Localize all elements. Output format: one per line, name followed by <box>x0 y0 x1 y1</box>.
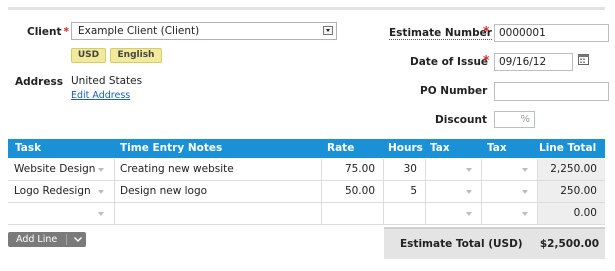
required-marker: * <box>483 24 490 38</box>
button-divider <box>66 234 67 245</box>
column-header-rate: Rate <box>327 142 355 154</box>
required-marker: * <box>63 26 70 38</box>
required-marker: * <box>483 53 490 67</box>
column-header-task: Task <box>15 142 42 154</box>
table-row: Logo Redesign Design new logo 50.00 5 25… <box>8 181 605 203</box>
tax-1-select[interactable] <box>426 181 482 202</box>
percent-unit: % <box>520 114 530 125</box>
address-label: Address <box>15 76 63 88</box>
address-value: United States <box>71 75 143 87</box>
date-of-issue-label: Date of Issue <box>410 56 489 68</box>
estimate-number-value: 0000001 <box>499 27 546 39</box>
add-line-button[interactable]: Add Line <box>8 232 86 247</box>
tax-2-select[interactable] <box>482 181 538 202</box>
line-total: 0.00 <box>538 203 605 224</box>
rate-value: 50.00 <box>344 185 375 197</box>
hours-field[interactable]: 5 <box>384 181 426 202</box>
estimate-total-label: Estimate Total (USD) <box>400 238 523 250</box>
po-number-field[interactable] <box>494 82 609 101</box>
line-total-value: 2,250.00 <box>550 163 597 175</box>
task-value: Logo Redesign <box>14 185 91 197</box>
chevron-down-icon[interactable] <box>522 212 528 216</box>
client-label: Client * <box>27 26 70 38</box>
table-row: Website Design Creating new website 75.0… <box>8 159 605 181</box>
notes-field[interactable]: Design new logo <box>115 181 322 202</box>
discount-field[interactable]: % <box>494 111 535 128</box>
client-select-value: Example Client (Client) <box>78 25 200 37</box>
estimate-number-label: Estimate Number <box>389 27 492 40</box>
estimate-number-field[interactable]: 0000001 <box>494 24 609 42</box>
chevron-down-icon[interactable] <box>522 168 528 172</box>
task-select[interactable]: Logo Redesign <box>8 181 115 202</box>
po-number-label: PO Number <box>420 85 488 97</box>
rate-field[interactable]: 50.00 <box>322 181 384 202</box>
chevron-down-icon[interactable] <box>466 190 472 194</box>
task-select[interactable]: Website Design <box>8 159 115 180</box>
chevron-down-icon[interactable] <box>98 168 104 172</box>
notes-value: Design new logo <box>120 185 208 197</box>
hours-field[interactable] <box>384 203 426 224</box>
date-of-issue-value: 09/16/12 <box>499 56 547 68</box>
column-header-tax-1: Tax <box>430 142 450 154</box>
task-value: Website Design <box>14 163 96 175</box>
add-line-label: Add Line <box>16 234 58 245</box>
tax-2-select[interactable] <box>482 203 538 224</box>
column-header-notes: Time Entry Notes <box>120 142 223 154</box>
table-header: Task Time Entry Notes Rate Hours Tax Tax… <box>8 139 605 158</box>
line-total: 250.00 <box>538 181 605 202</box>
chevron-down-icon[interactable] <box>466 168 472 172</box>
task-select[interactable] <box>8 203 115 224</box>
hours-value: 5 <box>410 185 417 197</box>
discount-label: Discount <box>435 114 487 126</box>
chevron-down-icon[interactable] <box>98 190 104 194</box>
currency-badge[interactable]: USD <box>71 48 106 63</box>
hours-value: 30 <box>403 163 417 175</box>
rate-field[interactable]: 75.00 <box>322 159 384 180</box>
estimate-total-bar: Estimate Total (USD) $2,500.00 <box>384 227 605 259</box>
chevron-down-icon[interactable] <box>522 190 528 194</box>
notes-field[interactable]: Creating new website <box>115 159 322 180</box>
chevron-down-icon[interactable] <box>98 212 104 216</box>
language-badge[interactable]: English <box>110 48 162 63</box>
chevron-down-icon[interactable] <box>466 212 472 216</box>
table-row: 0.00 <box>8 203 605 225</box>
column-header-tax-2: Tax <box>487 142 507 154</box>
calendar-icon[interactable] <box>578 54 589 65</box>
line-total-value: 250.00 <box>560 185 597 197</box>
line-total: 2,250.00 <box>538 159 605 180</box>
top-divider <box>8 7 605 10</box>
column-header-line-total: Line Total <box>539 142 597 154</box>
dropdown-arrow-icon[interactable] <box>323 26 333 35</box>
line-total-value: 0.00 <box>573 207 597 219</box>
chevron-down-icon[interactable] <box>74 237 82 242</box>
hours-field[interactable]: 30 <box>384 159 426 180</box>
tax-2-select[interactable] <box>482 159 538 180</box>
notes-field[interactable] <box>115 203 322 224</box>
date-of-issue-field[interactable]: 09/16/12 <box>494 53 573 71</box>
notes-value: Creating new website <box>120 163 234 175</box>
column-header-hours: Hours <box>388 142 423 154</box>
tax-1-select[interactable] <box>426 159 482 180</box>
client-select[interactable]: Example Client (Client) <box>71 22 337 40</box>
estimate-total-value: $2,500.00 <box>539 238 599 250</box>
edit-address-link[interactable]: Edit Address <box>71 90 130 101</box>
tax-1-select[interactable] <box>426 203 482 224</box>
rate-field[interactable] <box>322 203 384 224</box>
rate-value: 75.00 <box>344 163 375 175</box>
